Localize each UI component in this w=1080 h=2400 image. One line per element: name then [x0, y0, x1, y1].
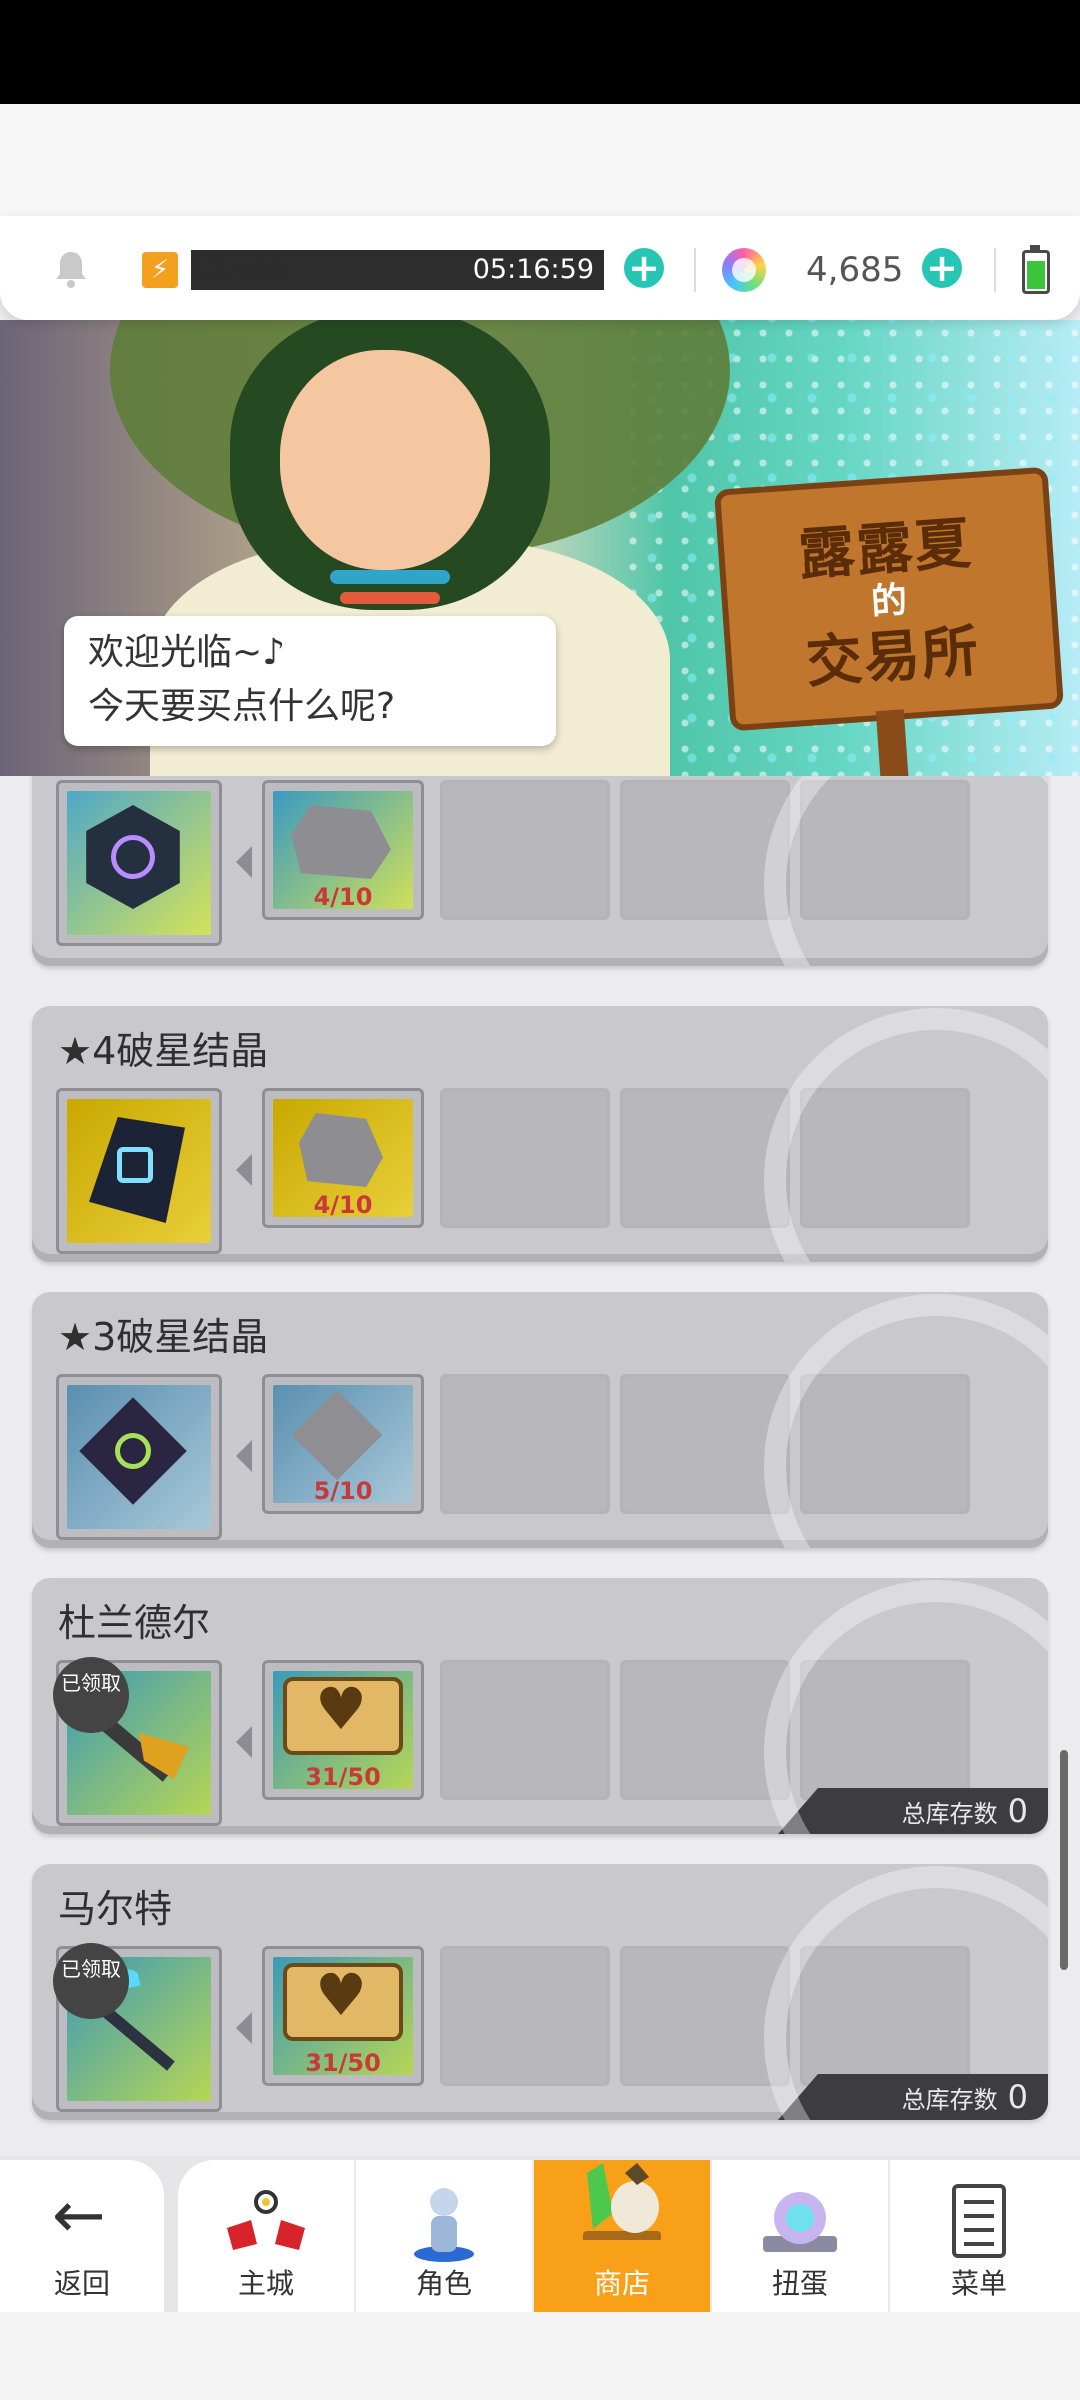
blueprint-scroll-icon — [283, 1675, 403, 1755]
add-gems-button[interactable]: + — [922, 248, 962, 288]
tab-shop[interactable]: 商店 — [534, 2160, 712, 2312]
exchange-card[interactable]: 杜兰德尔 已领取 31/50 总库存数0 — [32, 1578, 1048, 1834]
reward-slot[interactable]: 已领取 — [53, 1657, 222, 1826]
material-count: 4/10 — [313, 1191, 373, 1219]
empty-slot — [800, 1088, 970, 1228]
shop-icon — [583, 2163, 661, 2240]
arrow-left-icon — [236, 1154, 252, 1186]
stock-total: 总库存数 0 — [778, 1788, 1048, 1834]
empty-slot — [620, 1088, 790, 1228]
scrollbar[interactable] — [1060, 1750, 1068, 1970]
main-city-icon — [227, 2190, 305, 2250]
greeting-line2: 今天要买点什么呢? — [88, 686, 396, 727]
card-title: 杜兰德尔 — [58, 1601, 211, 1645]
empty-slot — [440, 1088, 610, 1228]
material-slot[interactable]: 4/10 — [262, 780, 424, 920]
tab-label: 商店 — [593, 2267, 650, 2300]
banner-character-face — [280, 350, 490, 570]
add-energy-button[interactable]: + — [624, 248, 664, 288]
scarf-stripe — [340, 592, 440, 604]
tab-label: 菜单 — [950, 2267, 1007, 2300]
tab-character[interactable]: 角色 — [356, 2160, 534, 2312]
empty-slot — [440, 1374, 610, 1514]
stock-total: 总库存数 0 — [778, 2074, 1048, 2120]
arrow-left-icon — [236, 846, 252, 878]
material-count: 5/10 — [313, 1477, 373, 1505]
tab-label: 角色 — [415, 2267, 472, 2300]
gem-count: 4,685 — [806, 250, 904, 290]
material-count: 31/50 — [305, 1763, 381, 1791]
material-count: 4/10 — [313, 883, 373, 911]
exchange-card[interactable]: 4/10 — [32, 776, 1048, 966]
system-nav-area — [0, 2312, 1080, 2400]
greeting-bubble: 欢迎光临~♪ 今天要买点什么呢? — [64, 616, 556, 746]
exchange-list[interactable]: 4/10 ★4破星结晶 4/10 ★3破星结晶 5/10 杜兰德尔 已领取 ♥ … — [0, 776, 1080, 2156]
material-count: 31/50 — [305, 2049, 381, 2077]
material-slot[interactable]: 5/10 — [262, 1374, 424, 1514]
divider — [694, 248, 696, 292]
tab-menu[interactable]: 菜单 — [890, 2160, 1068, 2312]
card-title: 马尔特 — [58, 1887, 173, 1931]
bottom-nav: ← 返回 主城 角色 商店 扭蛋 菜单 — [0, 2156, 1080, 2312]
empty-slot — [800, 1374, 970, 1514]
resource-bar: ⚡ 11/100 05:16:59 + 4,685 + — [0, 216, 1080, 320]
received-badge: 已领取 — [53, 1657, 129, 1733]
material-slot[interactable]: 31/50 — [262, 1660, 424, 1800]
material-slot[interactable]: 31/50 — [262, 1946, 424, 2086]
top-spacer — [0, 104, 1080, 216]
tab-gacha[interactable]: 扭蛋 — [712, 2160, 890, 2312]
blueprint-scroll-icon — [283, 1961, 403, 2041]
material-slot[interactable]: 4/10 — [262, 1088, 424, 1228]
exchange-card[interactable]: 马尔特 已领取 31/50 总库存数0 — [32, 1864, 1048, 2120]
card-title: ★3破星结晶 — [58, 1315, 269, 1359]
menu-list-icon — [952, 2184, 1006, 2258]
scarf-stripe — [330, 570, 450, 584]
empty-slot — [620, 1946, 790, 2086]
divider — [994, 248, 996, 292]
received-badge: 已领取 — [53, 1943, 129, 2019]
bell-icon[interactable] — [50, 248, 92, 290]
reward-slot[interactable] — [56, 1088, 222, 1254]
battery-icon — [1022, 245, 1050, 294]
empty-slot — [800, 780, 970, 920]
back-button[interactable]: ← 返回 — [0, 2160, 164, 2312]
empty-slot — [440, 780, 610, 920]
character-icon — [414, 2188, 474, 2262]
energy-bar: ⚡ 11/100 05:16:59 — [140, 250, 604, 290]
gacha-icon — [763, 2192, 837, 2252]
empty-slot — [800, 1660, 970, 1800]
exchange-card[interactable]: ★3破星结晶 5/10 — [32, 1292, 1048, 1548]
system-status-bar — [0, 0, 1080, 104]
rainbow-gem-icon — [722, 248, 766, 292]
energy-timer: 05:16:59 — [472, 254, 594, 285]
back-label: 返回 — [53, 2267, 110, 2300]
energy-value: 11/100 — [188, 252, 284, 288]
tab-main-city[interactable]: 主城 — [178, 2160, 356, 2312]
empty-slot — [800, 1946, 970, 2086]
arrow-left-icon — [236, 1440, 252, 1472]
empty-slot — [440, 1660, 610, 1800]
empty-slot — [620, 1374, 790, 1514]
empty-slot — [620, 1660, 790, 1800]
shop-banner: 露露夏 的 交易所 欢迎光临~♪ 今天要买点什么呢? — [0, 320, 1080, 776]
reward-slot[interactable]: 已领取 — [53, 1943, 222, 2112]
back-arrow-icon: ← — [52, 2179, 106, 2253]
shop-sign: 露露夏 的 交易所 — [713, 466, 1065, 776]
arrow-left-icon — [236, 2012, 252, 2044]
tab-label: 扭蛋 — [771, 2267, 828, 2300]
reward-slot[interactable] — [56, 780, 222, 946]
greeting-line1: 欢迎光临~♪ — [88, 632, 286, 673]
arrow-left-icon — [236, 1726, 252, 1758]
empty-slot — [620, 780, 790, 920]
exchange-card[interactable]: ★4破星结晶 4/10 — [32, 1006, 1048, 1262]
tab-label: 主城 — [237, 2267, 294, 2300]
card-title: ★4破星结晶 — [58, 1029, 269, 1073]
reward-slot[interactable] — [56, 1374, 222, 1540]
empty-slot — [440, 1946, 610, 2086]
lightning-icon: ⚡ — [142, 252, 178, 288]
nav-tabs: 主城 角色 商店 扭蛋 菜单 — [178, 2160, 1080, 2312]
